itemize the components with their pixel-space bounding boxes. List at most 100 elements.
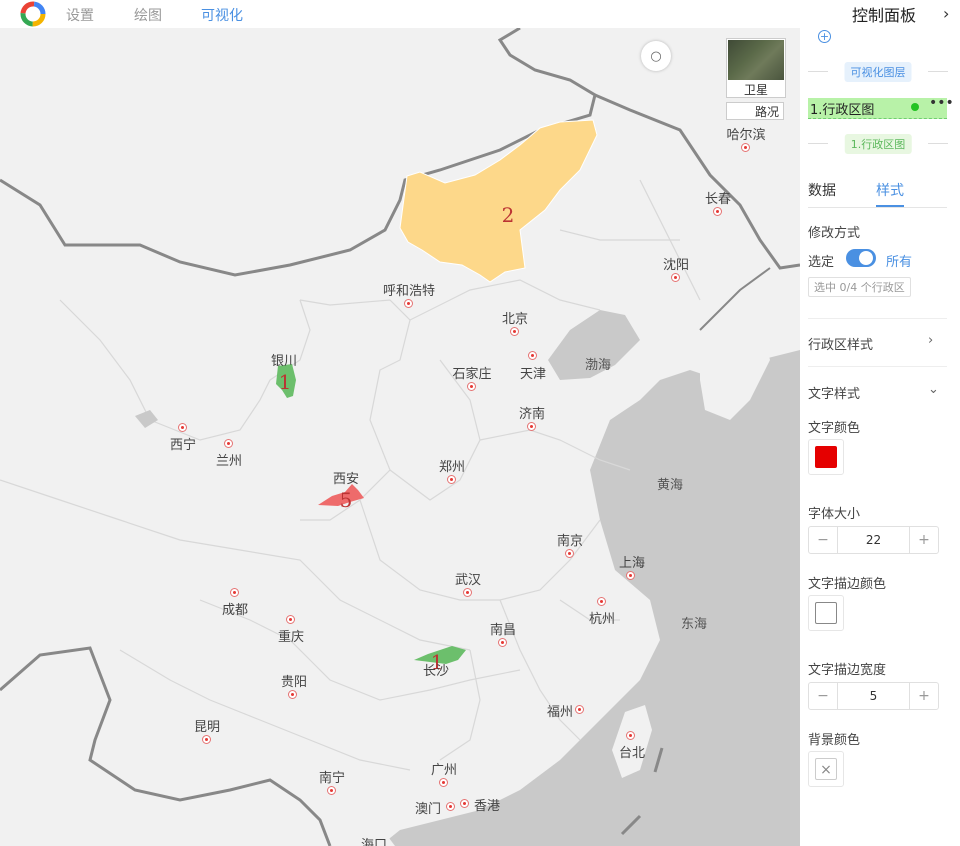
stroke-width-stepper: − 5 + xyxy=(808,682,939,710)
region-label: 5 xyxy=(339,488,353,512)
city-dot-icon xyxy=(230,588,239,597)
selection-hint: 选中 0/4 个行政区 xyxy=(808,277,911,297)
city-label: 成都 xyxy=(221,603,249,618)
city-dot-icon xyxy=(447,475,456,484)
decrease-button[interactable]: − xyxy=(809,527,838,553)
search-icon: ○ xyxy=(650,48,662,64)
stroke-color-picker[interactable] xyxy=(808,595,844,631)
font-size-label: 字体大小 xyxy=(808,507,861,522)
select-label: 选定 xyxy=(808,255,835,270)
select-mode-toggle[interactable] xyxy=(846,249,876,267)
text-style-section[interactable]: 文字样式 xyxy=(808,383,860,402)
traffic-toggle[interactable]: 路况 xyxy=(726,102,784,120)
city-label: 西安 xyxy=(332,472,360,487)
add-layer-icon[interactable]: + xyxy=(818,30,831,43)
text-color-swatch xyxy=(815,446,837,468)
city-dot-icon xyxy=(671,273,680,282)
chevron-right-icon[interactable]: › xyxy=(943,4,949,23)
nav-visualize[interactable]: 可视化 xyxy=(201,5,243,25)
city-dot-icon xyxy=(178,423,187,432)
city-dot-icon xyxy=(460,799,469,808)
city-label: 杭州 xyxy=(588,612,616,627)
nav-settings[interactable]: 设置 xyxy=(66,5,94,25)
city-dot-icon xyxy=(404,299,413,308)
city-dot-icon xyxy=(224,439,233,448)
city-label: 银川 xyxy=(270,354,298,369)
bg-color-picker[interactable]: × xyxy=(808,751,844,787)
layer-section-header: 1.行政区图 xyxy=(808,133,948,154)
city-label: 沈阳 xyxy=(662,258,690,273)
city-dot-icon xyxy=(327,786,336,795)
region-style-section[interactable]: 行政区样式 xyxy=(808,334,873,353)
city-label: 天津 xyxy=(519,367,547,382)
city-label: 北京 xyxy=(501,312,529,327)
stroke-width-value[interactable]: 5 xyxy=(838,683,909,709)
tab-style[interactable]: 样式 xyxy=(876,180,904,200)
city-dot-icon xyxy=(528,351,537,360)
city-label: 济南 xyxy=(518,407,546,422)
city-dot-icon xyxy=(286,615,295,624)
city-label: 石家庄 xyxy=(452,367,492,382)
city-label: 武汉 xyxy=(454,573,482,588)
city-label: 福州 xyxy=(546,705,574,720)
text-color-picker[interactable] xyxy=(808,439,844,475)
increase-button[interactable]: + xyxy=(909,527,938,553)
basemap-switcher: 卫星 路况 xyxy=(726,38,786,120)
city-dot-icon xyxy=(741,143,750,152)
sea-label: 渤海 xyxy=(584,358,612,373)
city-dot-icon xyxy=(498,638,507,647)
clear-color-icon: × xyxy=(815,758,837,780)
city-dot-icon xyxy=(467,382,476,391)
layers-section-header: 可视化图层 xyxy=(808,61,948,82)
tab-active-indicator xyxy=(876,205,904,207)
city-label: 西宁 xyxy=(169,438,197,453)
stroke-color-label: 文字描边颜色 xyxy=(808,577,887,592)
nav-draw[interactable]: 绘图 xyxy=(134,5,162,25)
sea-label: 东海 xyxy=(680,617,708,632)
layer-item[interactable]: 1.行政区图 ••• xyxy=(808,95,954,119)
font-size-value[interactable]: 22 xyxy=(838,527,909,553)
stroke-color-swatch xyxy=(815,602,837,624)
city-label: 兰州 xyxy=(215,454,243,469)
city-dot-icon xyxy=(565,549,574,558)
map-canvas[interactable]: 2 1 5 1 哈尔滨 长春 沈阳 呼和浩特 北京 天津 石家庄 银川 济南 西… xyxy=(0,28,800,846)
city-label: 郑州 xyxy=(438,460,466,475)
chevron-down-icon[interactable]: ⌄ xyxy=(928,382,939,397)
top-bar: 设置 绘图 可视化 xyxy=(0,0,800,28)
font-size-stepper: − 22 + xyxy=(808,526,939,554)
city-label: 南京 xyxy=(556,534,584,549)
region-label: 2 xyxy=(501,203,515,227)
tabs-divider xyxy=(808,207,947,208)
city-label: 海口 xyxy=(360,838,388,846)
divider xyxy=(808,318,947,319)
city-label: 哈尔滨 xyxy=(726,128,766,143)
city-label: 重庆 xyxy=(277,630,305,645)
city-label: 贵阳 xyxy=(280,675,308,690)
map-base xyxy=(0,28,800,846)
satellite-toggle[interactable]: 卫星 xyxy=(726,38,786,98)
app-logo[interactable] xyxy=(20,1,46,27)
stroke-width-label: 文字描边宽度 xyxy=(808,663,887,678)
city-dot-icon xyxy=(463,588,472,597)
city-dot-icon xyxy=(439,778,448,787)
city-label: 长春 xyxy=(704,192,732,207)
tab-data[interactable]: 数据 xyxy=(808,180,836,200)
layer-visible-icon[interactable] xyxy=(911,103,919,111)
sea-label: 黄海 xyxy=(656,478,684,493)
bg-color-label: 背景颜色 xyxy=(808,733,861,748)
city-dot-icon xyxy=(626,571,635,580)
city-label: 长沙 xyxy=(422,664,450,679)
map-search-button[interactable]: ○ xyxy=(641,41,671,71)
layers-tag: 可视化图层 xyxy=(844,62,912,82)
layer-item-label: 1.行政区图 xyxy=(810,103,875,118)
city-dot-icon xyxy=(575,705,584,714)
city-label: 上海 xyxy=(618,556,646,571)
city-label: 南昌 xyxy=(489,623,517,638)
decrease-button[interactable]: − xyxy=(809,683,838,709)
chevron-right-icon[interactable]: › xyxy=(928,333,933,348)
city-label: 南宁 xyxy=(318,771,346,786)
increase-button[interactable]: + xyxy=(909,683,938,709)
more-icon[interactable]: ••• xyxy=(929,95,954,111)
panel-title: 控制面板 xyxy=(852,6,917,25)
layer-tag: 1.行政区图 xyxy=(844,134,912,154)
